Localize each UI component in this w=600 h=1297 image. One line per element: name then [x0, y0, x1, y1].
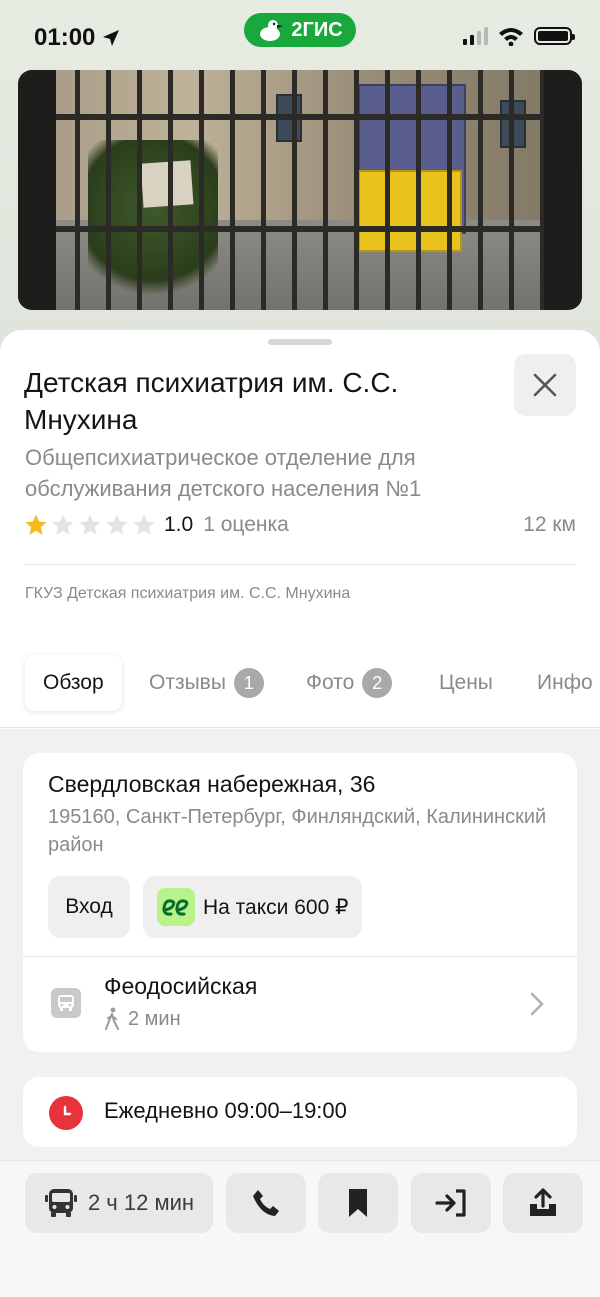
star-empty-icon: [79, 514, 101, 535]
address-details: 195160, Санкт-Петербург, Финляндский, Ка…: [48, 806, 547, 856]
tab-reviews[interactable]: Отзывы 1: [149, 655, 264, 711]
tab-label: Отзывы: [149, 671, 226, 694]
rating-stars: [24, 513, 156, 537]
share-icon: [530, 1188, 556, 1216]
place-subtitle: Общепсихиатрическое отделение для обслуж…: [25, 445, 422, 501]
route-button[interactable]: 2 ч 12 мин: [25, 1173, 213, 1233]
status-icons: [463, 26, 575, 46]
rating-row[interactable]: 1.0 1 оценка 12 км: [24, 510, 576, 540]
star-empty-icon: [133, 514, 155, 535]
tab-prices[interactable]: Цены: [439, 655, 493, 711]
tab-label: Цены: [439, 671, 493, 694]
tab-label: Обзор: [43, 671, 104, 694]
cellular-signal-icon: [463, 27, 488, 45]
bus-icon: [44, 1189, 77, 1217]
taxi-button[interactable]: На такси 600 ₽: [143, 876, 363, 938]
organization-name[interactable]: ГКУЗ Детская психиатрия им. С.С. Мнухина: [25, 585, 350, 603]
divider: [24, 564, 576, 565]
star-empty-icon: [52, 514, 74, 535]
status-time-text: 01:00: [34, 24, 96, 51]
walk-time: 2 мин: [104, 1007, 181, 1031]
entrance-button[interactable]: Вход: [48, 876, 130, 938]
bookmark-button[interactable]: [318, 1173, 398, 1233]
call-button[interactable]: [226, 1173, 306, 1233]
hours-card[interactable]: Ежедневно 09:00–19:00: [23, 1077, 577, 1147]
entrance-navigation-button[interactable]: [411, 1173, 491, 1233]
address-street[interactable]: Свердловская набережная, 36: [48, 771, 375, 798]
tabs-bar: Обзор Отзывы 1 Фото 2 Цены Инфо: [0, 640, 600, 728]
app-logo-text: 2ГИС: [291, 18, 343, 41]
rating-count: 1 оценка: [203, 513, 289, 536]
tab-overview[interactable]: Обзор: [25, 655, 122, 711]
transit-stop-name[interactable]: Феодосийская: [104, 973, 257, 1000]
2gis-duck-icon: [257, 16, 285, 44]
phone-icon: [253, 1190, 279, 1216]
bus-stop-icon: [51, 988, 81, 1018]
battery-icon: [534, 27, 575, 45]
tab-badge: 1: [233, 668, 264, 698]
tab-info[interactable]: Инфо: [537, 655, 600, 711]
rating-value: 1.0: [164, 513, 194, 536]
place-photo[interactable]: [18, 70, 582, 310]
clock-icon: [49, 1096, 83, 1130]
walk-time-text: 2 мин: [128, 1007, 181, 1030]
place-title: Детская психиатрия им. С.С. Мнухина: [24, 367, 399, 435]
close-icon: [533, 373, 557, 397]
address-card: Свердловская набережная, 36 195160, Санк…: [23, 753, 577, 1052]
star-empty-icon: [106, 514, 128, 535]
bookmark-icon: [349, 1189, 367, 1217]
divider: [23, 956, 577, 957]
tab-photos[interactable]: Фото 2: [306, 655, 393, 711]
tab-label: Фото: [306, 671, 355, 694]
bottom-toolbar: 2 ч 12 мин: [0, 1160, 600, 1297]
star-filled-icon: [25, 514, 47, 535]
opening-hours: Ежедневно 09:00–19:00: [104, 1098, 347, 1123]
chevron-right-icon[interactable]: [529, 991, 545, 1017]
location-arrow-icon: [103, 30, 120, 46]
sheet-grabber[interactable]: [268, 339, 332, 345]
entrance-label: Вход: [65, 895, 113, 918]
yandex-go-icon: [157, 888, 195, 926]
app-logo[interactable]: 2ГИС: [244, 13, 356, 47]
share-button[interactable]: [503, 1173, 583, 1233]
sign-in-arrow-icon: [435, 1189, 466, 1217]
wifi-icon: [499, 28, 523, 46]
close-button[interactable]: [514, 354, 576, 416]
status-bar-time: 01:00: [34, 24, 121, 52]
walking-person-icon: [105, 1007, 119, 1030]
tab-label: Инфо: [537, 671, 593, 694]
tab-badge: 2: [362, 668, 393, 698]
taxi-label: На такси 600 ₽: [203, 895, 349, 919]
distance: 12 км: [523, 513, 576, 536]
top-area: 01:00 2ГИС: [0, 0, 600, 360]
route-duration: 2 ч 12 мин: [87, 1190, 195, 1215]
